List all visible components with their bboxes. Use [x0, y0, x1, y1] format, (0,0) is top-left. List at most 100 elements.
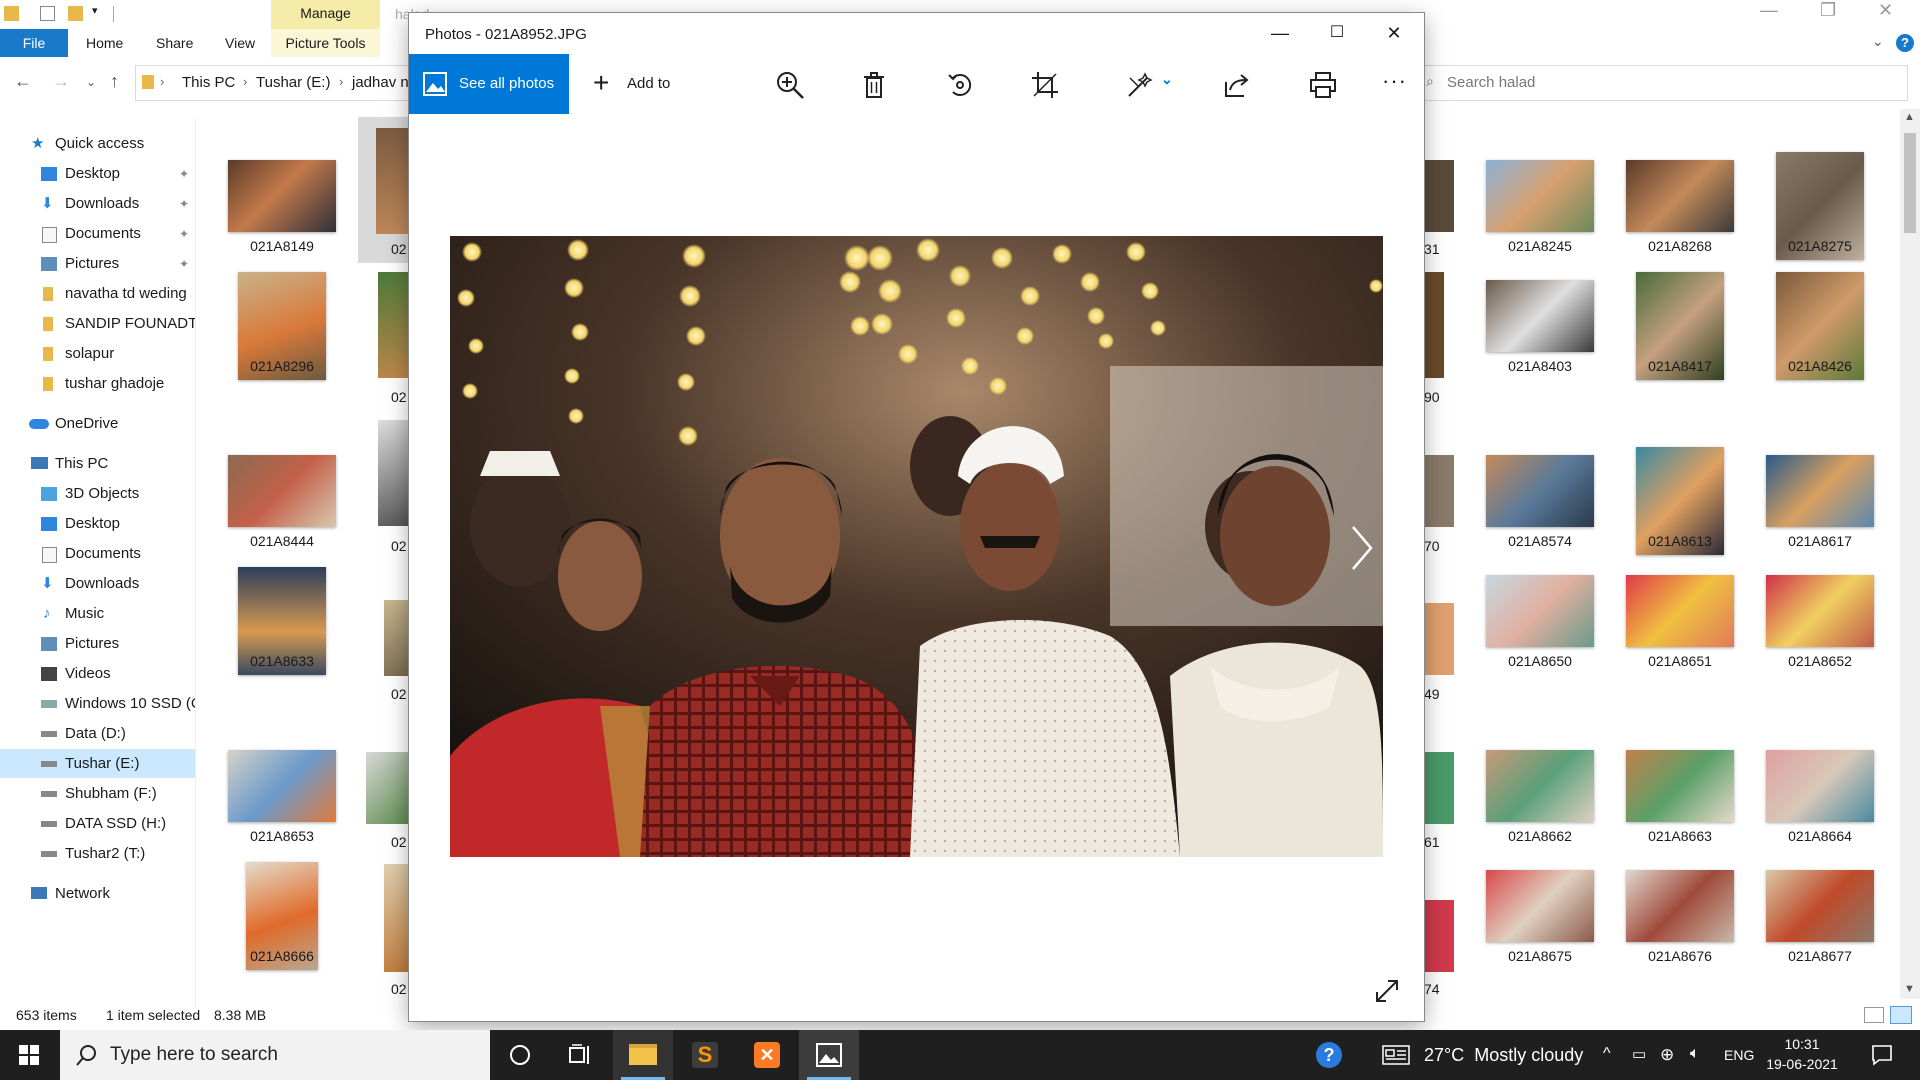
nav-network[interactable]: Network	[0, 880, 195, 908]
ribbon-expand-icon[interactable]: ⌄	[1872, 33, 1884, 50]
vertical-scrollbar[interactable]: ▲ ▼	[1900, 109, 1920, 999]
minimize-button[interactable]: —	[1258, 19, 1302, 47]
taskbar-photos[interactable]	[799, 1030, 859, 1080]
taskbar-sublime-text[interactable]: S	[675, 1030, 735, 1080]
breadcrumb-tushar-e[interactable]: Tushar (E:)	[256, 74, 330, 91]
nav-pane-divider[interactable]	[195, 118, 196, 1008]
tab-view[interactable]: View	[225, 29, 255, 57]
explorer-close-button[interactable]: ✕	[1878, 0, 1893, 21]
nav-drive-e[interactable]: Tushar (E:)	[0, 750, 195, 778]
breadcrumb-jadhav[interactable]: jadhav n	[352, 74, 409, 91]
next-photo-arrow-icon[interactable]	[1349, 523, 1375, 573]
nav-quick-folder[interactable]: tushar ghadoje	[0, 370, 195, 398]
large-icons-view-icon[interactable]	[1890, 1006, 1912, 1024]
scroll-down-arrow-icon[interactable]: ▼	[1904, 983, 1915, 995]
nav-onedrive[interactable]: OneDrive	[0, 410, 195, 438]
nav-quick-folder[interactable]: SANDIP FOUNADTI	[0, 310, 195, 338]
thumbnail-item[interactable]: 021A8676	[1610, 860, 1750, 1008]
taskbar-search-box[interactable]: Type here to search	[60, 1030, 490, 1080]
nav-music[interactable]: ♪ Music	[0, 600, 195, 628]
nav-quick-access[interactable]: ★ Quick access	[0, 130, 195, 158]
task-view-button[interactable]	[550, 1030, 610, 1080]
nav-desktop[interactable]: Desktop	[0, 510, 195, 538]
nav-videos[interactable]: Videos	[0, 660, 195, 688]
volume-icon[interactable]: 🔈︎	[1690, 1045, 1700, 1063]
properties-icon[interactable]	[40, 6, 55, 21]
recent-locations-chevron-icon[interactable]: ⌄	[86, 75, 96, 89]
add-to-button[interactable]: + Add to	[583, 54, 693, 114]
print-icon[interactable]	[1308, 70, 1338, 100]
tab-picture-tools[interactable]: Picture Tools	[271, 29, 380, 57]
manage-context-tab[interactable]: Manage	[271, 0, 380, 29]
crop-icon[interactable]	[1030, 70, 1060, 100]
weather-text[interactable]: 27°C Mostly cloudy	[1424, 1045, 1583, 1066]
battery-icon[interactable]: ▭	[1632, 1045, 1646, 1063]
nav-drive-c[interactable]: Windows 10 SSD (C	[0, 690, 195, 718]
nav-quick-downloads[interactable]: ⬇ Downloads ✦	[0, 190, 195, 218]
network-globe-icon[interactable]: ⊕	[1660, 1045, 1674, 1065]
thumbnail-item[interactable]: 021A8426	[1750, 270, 1890, 418]
tab-file[interactable]: File	[0, 29, 68, 57]
nav-this-pc[interactable]: This PC	[0, 450, 195, 478]
explorer-restore-button[interactable]: ❐	[1820, 0, 1836, 21]
nav-documents[interactable]: Documents	[0, 540, 195, 568]
forward-arrow-icon[interactable]: →	[52, 71, 70, 92]
zoom-in-icon[interactable]	[775, 70, 805, 100]
nav-drive-t[interactable]: Tushar2 (T:)	[0, 840, 195, 868]
new-folder-icon[interactable]	[68, 6, 83, 21]
more-options-icon[interactable]: ···	[1382, 68, 1407, 94]
nav-quick-pictures[interactable]: Pictures ✦	[0, 250, 195, 278]
breadcrumb-this-pc[interactable]: This PC	[182, 74, 235, 91]
input-language[interactable]: ENG	[1724, 1047, 1754, 1063]
taskbar-xampp[interactable]: ✕	[737, 1030, 797, 1080]
thumbnail-item[interactable]: 021A8650	[1470, 565, 1610, 713]
thumbnail-item[interactable]: 021A8651	[1610, 565, 1750, 713]
show-hidden-icons-chevron-icon[interactable]: ^	[1603, 1045, 1611, 1063]
nav-quick-folder[interactable]: solapur	[0, 340, 195, 368]
explorer-minimize-button[interactable]: —	[1760, 0, 1778, 21]
nav-drive-h[interactable]: DATA SSD (H:)	[0, 810, 195, 838]
edit-dropdown-chevron-icon[interactable]: ⌄	[1161, 71, 1173, 88]
taskbar-file-explorer[interactable]	[613, 1030, 673, 1080]
scrollbar-thumb[interactable]	[1904, 133, 1916, 233]
scroll-up-arrow-icon[interactable]: ▲	[1904, 111, 1915, 123]
photo-viewer-image[interactable]	[450, 236, 1383, 857]
share-icon[interactable]	[1222, 70, 1252, 100]
thumbnail-item[interactable]: 021A8403	[1470, 270, 1610, 418]
nav-3d-objects[interactable]: 3D Objects	[0, 480, 195, 508]
thumbnail-item[interactable]: 021A8296	[212, 270, 352, 418]
thumbnail-item[interactable]: 021A8677	[1750, 860, 1890, 1008]
nav-drive-d[interactable]: Data (D:)	[0, 720, 195, 748]
thumbnail-item[interactable]: 021A8417	[1610, 270, 1750, 418]
maximize-button[interactable]: ☐	[1315, 19, 1359, 47]
thumbnail-item[interactable]: 021A8675	[1470, 860, 1610, 1008]
details-view-icon[interactable]	[1864, 1007, 1884, 1023]
windows-start-icon[interactable]	[19, 1045, 39, 1065]
nav-downloads[interactable]: ⬇ Downloads	[0, 570, 195, 598]
notifications-icon[interactable]	[1871, 1044, 1893, 1066]
delete-icon[interactable]	[859, 70, 889, 100]
help-tips-icon[interactable]: ?	[1316, 1042, 1342, 1068]
fullscreen-icon[interactable]	[1374, 978, 1400, 1004]
nav-quick-desktop[interactable]: Desktop ✦	[0, 160, 195, 188]
help-icon[interactable]: ?	[1896, 34, 1914, 52]
thumbnail-item[interactable]: 021A8633	[212, 565, 352, 713]
up-arrow-icon[interactable]: ↑	[110, 71, 119, 92]
thumbnail-item[interactable]: 021A8652	[1750, 565, 1890, 713]
rotate-icon[interactable]	[945, 70, 975, 100]
cortana-button[interactable]	[490, 1030, 550, 1080]
nav-quick-documents[interactable]: Documents ✦	[0, 220, 195, 248]
nav-pictures[interactable]: Pictures	[0, 630, 195, 658]
see-all-photos-button[interactable]: See all photos	[409, 54, 569, 114]
system-clock[interactable]: 10:31 19-06-2021	[1762, 1034, 1842, 1074]
nav-drive-f[interactable]: Shubham (F:)	[0, 780, 195, 808]
back-arrow-icon[interactable]: ←	[14, 71, 32, 92]
nav-quick-folder[interactable]: navatha td weding	[0, 280, 195, 308]
close-button[interactable]: ✕	[1372, 19, 1416, 47]
tab-share[interactable]: Share	[156, 29, 193, 57]
tab-home[interactable]: Home	[86, 29, 123, 57]
explorer-search-input[interactable]: ⌕ Search halad	[1420, 65, 1908, 101]
weather-icon[interactable]	[1382, 1045, 1410, 1065]
customize-quick-access-icon[interactable]: ▾	[92, 4, 98, 17]
edit-enhance-icon[interactable]	[1125, 70, 1155, 100]
